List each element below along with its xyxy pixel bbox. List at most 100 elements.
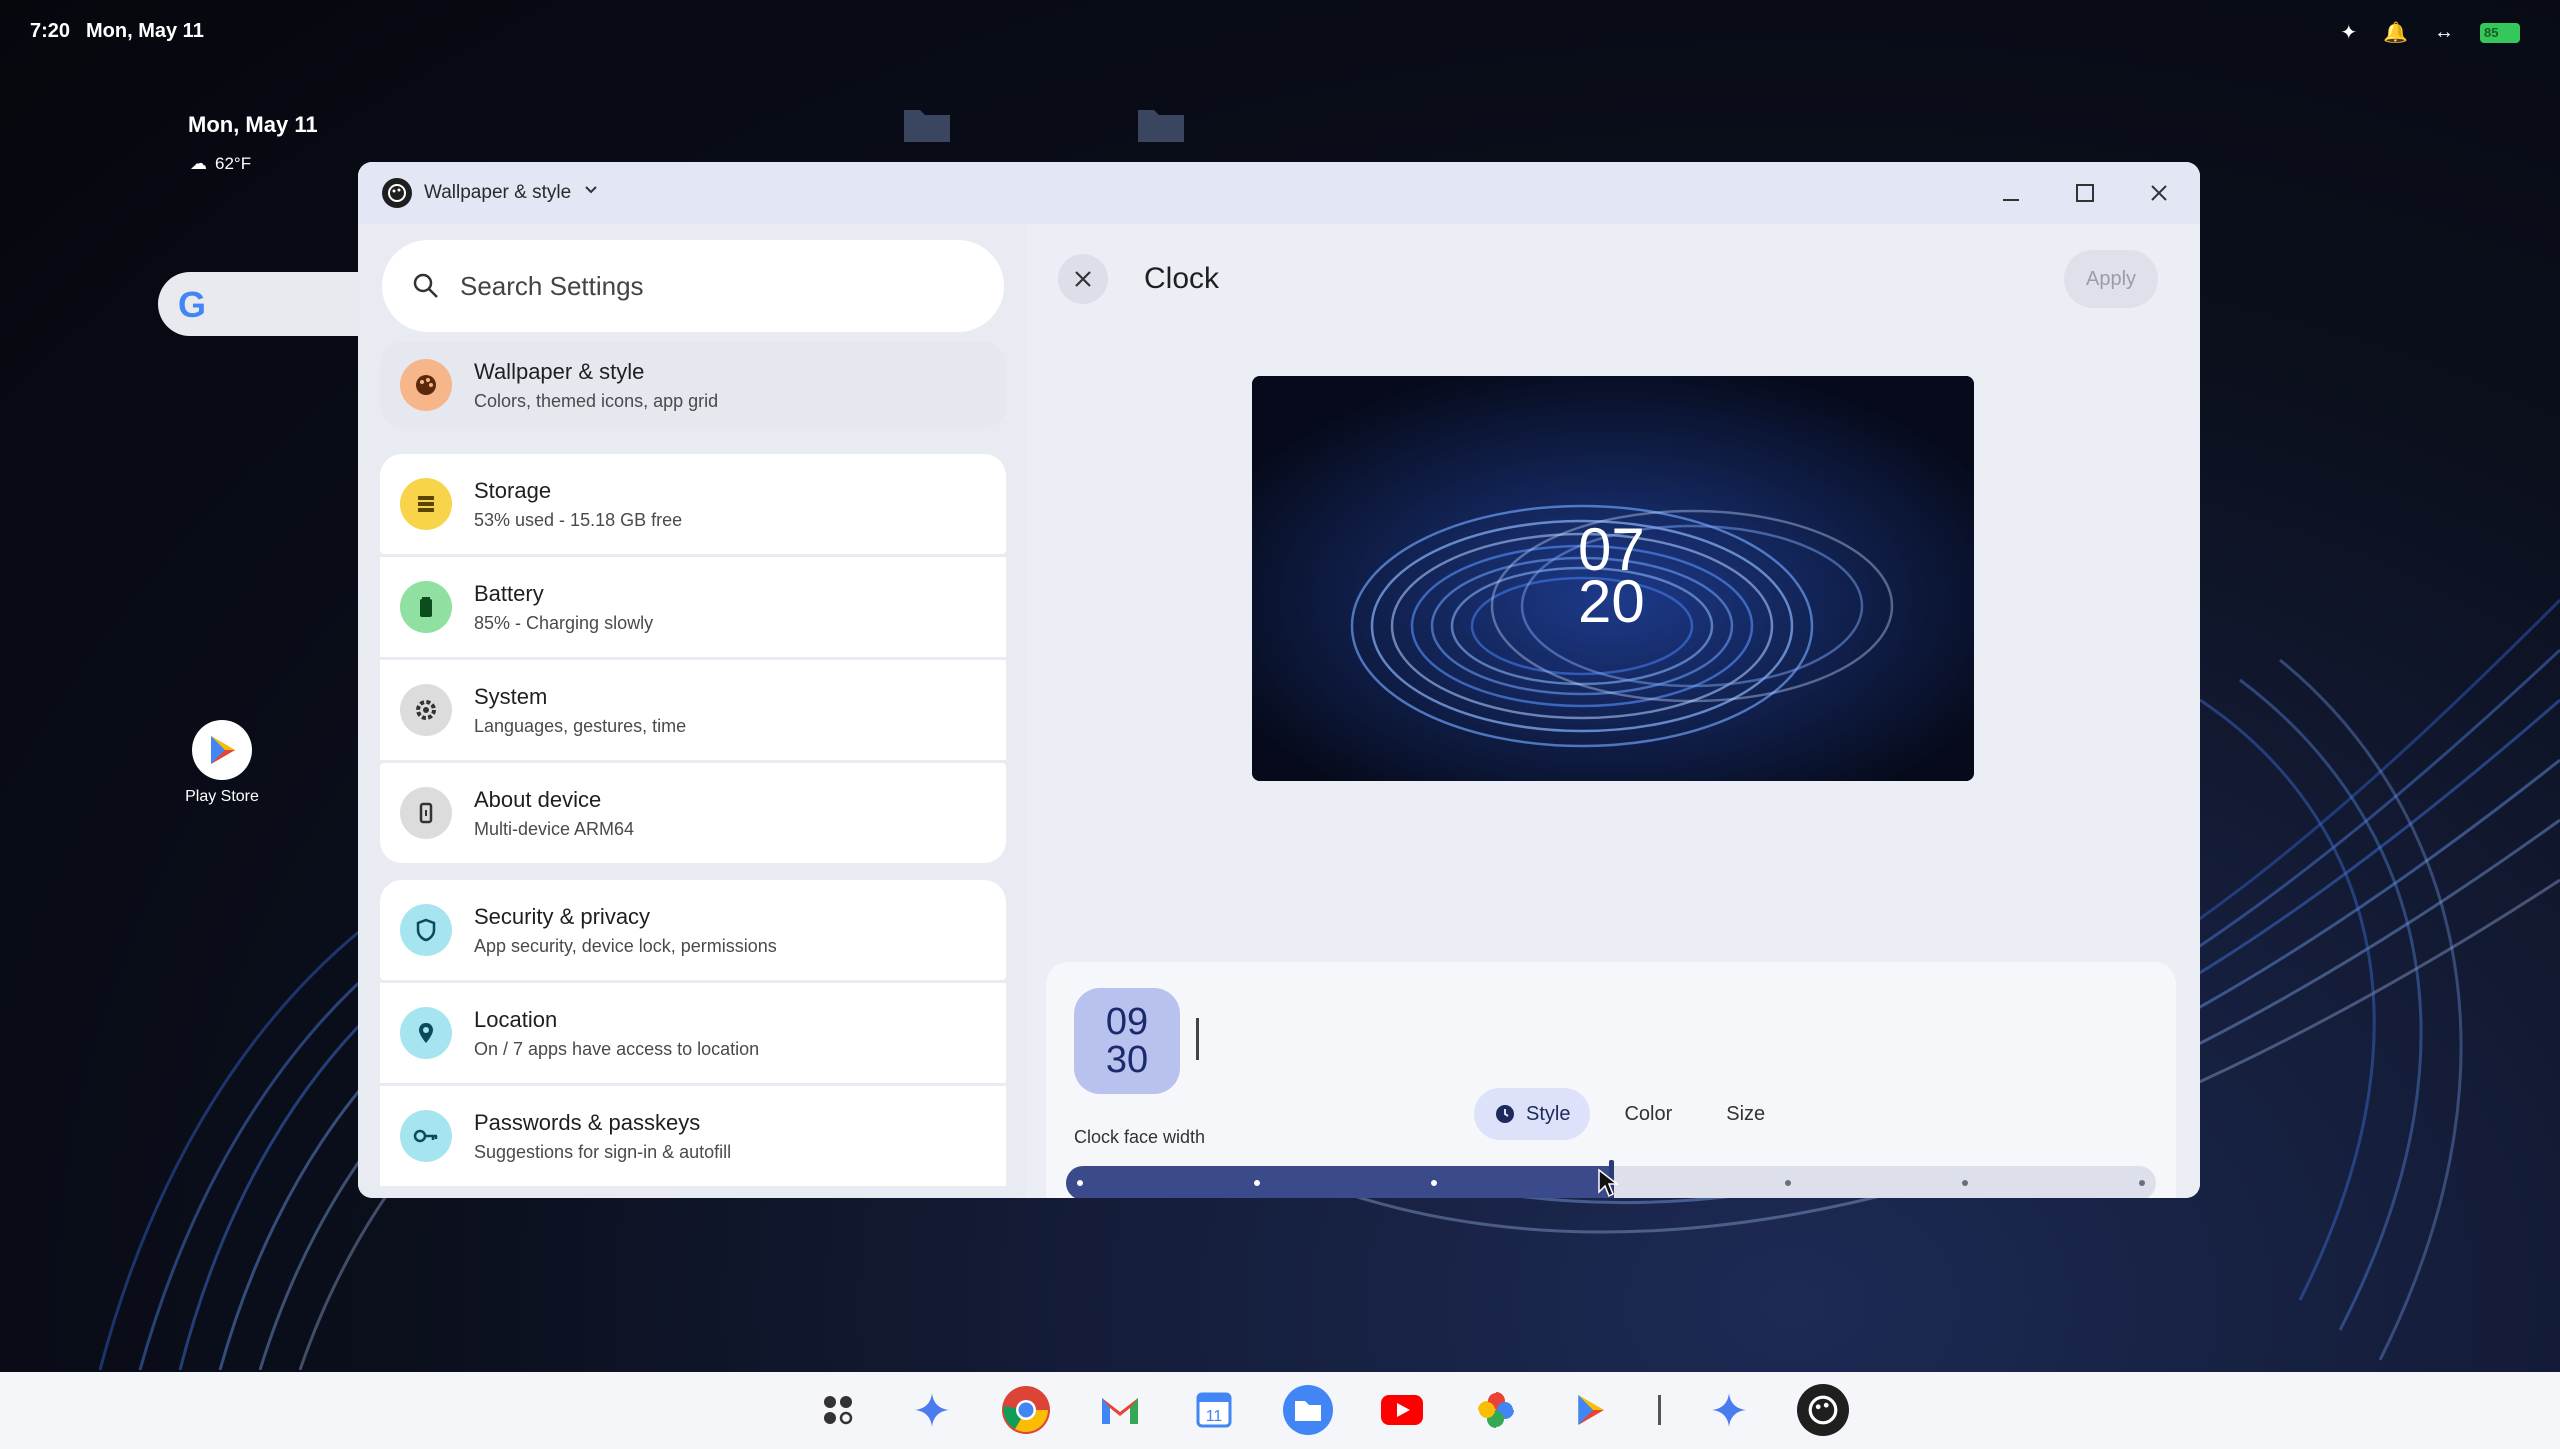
settings-group: Wallpaper & style Colors, themed icons, … <box>380 342 1006 431</box>
minimize-button[interactable] <box>1994 176 2028 210</box>
text-cursor <box>1196 1018 1199 1060</box>
google-icon: G <box>178 284 207 325</box>
apply-button[interactable]: Apply <box>2064 250 2158 308</box>
youtube-icon[interactable] <box>1376 1384 1428 1436</box>
slider-step-dot <box>1962 1180 1968 1186</box>
item-subtitle: 85% - Charging slowly <box>474 612 654 633</box>
close-icon <box>1075 271 1091 287</box>
maximize-button[interactable] <box>2068 176 2102 210</box>
app-launcher-icon[interactable] <box>812 1384 864 1436</box>
settings-item-security[interactable]: Security & privacy App security, device … <box>380 880 1006 980</box>
taskbar-apps: 11 <box>812 1384 1849 1436</box>
play-store-icon <box>192 720 252 780</box>
slider-step-dot <box>1254 1180 1260 1186</box>
palette-app-icon <box>382 178 412 208</box>
search-icon <box>413 273 438 298</box>
item-subtitle: On / 7 apps have access to location <box>474 1038 760 1059</box>
status-bar: 7:20 Mon, May 11 ✦ 🔔 ↔ 85 <box>0 0 2560 60</box>
desktop-weather: ☁ 62°F <box>190 154 251 174</box>
item-subtitle: Multi-device ARM64 <box>474 818 635 839</box>
storage-icon <box>400 478 452 530</box>
thumb-hour: 09 <box>1105 1001 1149 1043</box>
tab-label: Style <box>1526 1102 1571 1125</box>
clock-tabs: Style Color Size <box>1460 1074 1818 1154</box>
calendar-icon[interactable]: 11 <box>1188 1384 1240 1436</box>
weather-temp: 62°F <box>215 154 252 173</box>
status-icons: ✦ 🔔 ↔ 85 <box>2340 20 2520 45</box>
item-title: About device <box>474 786 602 812</box>
gear-icon <box>400 684 452 736</box>
status-date: Mon, May 11 <box>86 20 204 42</box>
sparkle-icon[interactable]: ✦ <box>2340 20 2357 45</box>
clock-editor-pane: Clock Apply 07 20 09 30 Clock face width… <box>1026 224 2200 1198</box>
slider-step-dot <box>1077 1180 1083 1186</box>
gemini-icon[interactable] <box>1703 1384 1755 1436</box>
close-window-button[interactable] <box>2142 176 2176 210</box>
item-title: Location <box>474 1006 558 1032</box>
tab-color[interactable]: Color <box>1604 1088 1692 1140</box>
battery-icon <box>400 581 452 633</box>
svg-text:11: 11 <box>1206 1408 1223 1425</box>
tab-label: Color <box>1624 1102 1673 1125</box>
folder-icon[interactable] <box>1136 104 1186 144</box>
play-store-label: Play Store <box>185 788 259 805</box>
key-icon <box>400 1110 452 1162</box>
item-subtitle: Languages, gestures, time <box>474 715 687 736</box>
item-title: Battery <box>474 580 544 606</box>
slider-step-dot <box>1785 1180 1791 1186</box>
slider-step-dot <box>2139 1180 2145 1186</box>
item-title: Passwords & passkeys <box>474 1109 701 1135</box>
cloud-icon: ☁ <box>190 154 207 173</box>
app-menu[interactable]: Wallpaper & style <box>382 178 599 208</box>
photos-icon[interactable] <box>1470 1384 1522 1436</box>
item-subtitle: Suggestions for sign-in & autofill <box>474 1141 732 1162</box>
item-title: Wallpaper & style <box>474 358 645 384</box>
gmail-icon[interactable] <box>1094 1384 1146 1436</box>
clock-style-thumbnail[interactable]: 09 30 <box>1074 988 1180 1094</box>
battery-status-icon[interactable]: 85 <box>2480 22 2520 43</box>
item-title: Storage <box>474 477 552 503</box>
tab-style[interactable]: Style <box>1474 1088 1591 1140</box>
item-subtitle: App security, device lock, permissions <box>474 935 777 956</box>
title-bar[interactable]: Wallpaper & style <box>358 162 2200 224</box>
tab-size[interactable]: Size <box>1706 1088 1785 1140</box>
search-input[interactable]: Search Settings <box>382 240 1004 332</box>
app-title: Wallpaper & style <box>424 182 572 203</box>
settings-item-storage[interactable]: Storage 53% used - 15.18 GB free <box>380 454 1006 554</box>
settings-item-about-device[interactable]: About device Multi-device ARM64 <box>380 763 1006 863</box>
files-icon[interactable] <box>1282 1384 1334 1436</box>
item-subtitle: 53% used - 15.18 GB free <box>474 509 683 530</box>
network-icon[interactable]: ↔ <box>2434 21 2454 44</box>
window-controls <box>1994 176 2176 210</box>
gemini-icon[interactable] <box>906 1384 958 1436</box>
settings-item-wallpaper[interactable]: Wallpaper & style Colors, themed icons, … <box>380 342 1006 428</box>
settings-item-location[interactable]: Location On / 7 apps have access to loca… <box>380 983 1006 1083</box>
clock-width-slider[interactable] <box>1066 1160 2156 1198</box>
settings-group: Security & privacy App security, device … <box>380 880 1006 1189</box>
slider-label: Clock face width <box>1074 1127 1206 1147</box>
location-icon <box>400 1007 452 1059</box>
folder-icon[interactable] <box>902 104 952 144</box>
settings-item-battery[interactable]: Battery 85% - Charging slowly <box>380 557 1006 657</box>
device-icon <box>400 787 452 839</box>
play-store-icon[interactable] <box>1564 1384 1616 1436</box>
notification-icon[interactable]: 🔔 <box>2383 20 2408 45</box>
chevron-down-icon <box>583 182 599 204</box>
preview-clock: 07 20 <box>1578 520 1645 635</box>
slider-fill <box>1066 1166 1611 1198</box>
settings-item-system[interactable]: System Languages, gestures, time <box>380 660 1006 760</box>
play-store-shortcut[interactable]: Play Store <box>180 720 264 806</box>
settings-item-passwords[interactable]: Passwords & passkeys Suggestions for sig… <box>380 1086 1006 1186</box>
wallpaper-style-app-icon[interactable] <box>1797 1384 1849 1436</box>
chrome-icon[interactable] <box>1000 1384 1052 1436</box>
preview-minute: 20 <box>1578 568 1645 635</box>
slider-step-dot <box>1431 1180 1437 1186</box>
taskbar: 11 <box>0 1372 2560 1449</box>
item-title: Security & privacy <box>474 903 651 929</box>
google-search-widget[interactable]: G <box>158 272 378 336</box>
close-clock-button[interactable] <box>1058 254 1108 304</box>
search-placeholder: Search Settings <box>460 270 644 301</box>
item-title: System <box>474 683 548 709</box>
mouse-pointer-icon <box>1598 1168 1619 1198</box>
item-subtitle: Colors, themed icons, app grid <box>474 390 719 411</box>
